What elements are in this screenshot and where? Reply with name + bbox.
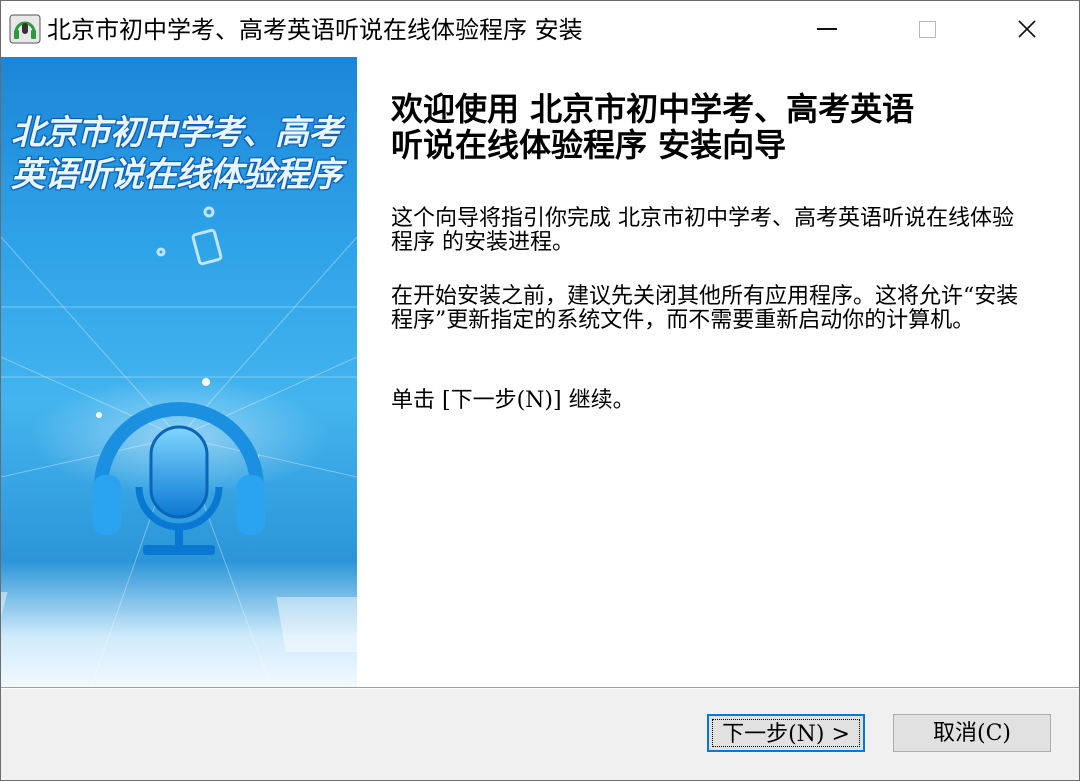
headphones-app-icon: [9, 14, 41, 44]
button-bar: 下一步(N) > 取消(C): [1, 689, 1079, 780]
focus-rectangle: [712, 719, 860, 747]
maximize-button[interactable]: [877, 1, 977, 57]
close-apps-text: 在开始安装之前，建议先关闭其他所有应用程序。这将允许“安装程序”更新指定的系统文…: [391, 284, 1019, 333]
banner-title: 北京市初中学考、高考 英语听说在线体验程序: [11, 112, 351, 196]
close-button[interactable]: [977, 1, 1077, 57]
welcome-banner: 北京市初中学考、高考 英语听说在线体验程序: [1, 57, 357, 687]
close-icon: [1018, 20, 1036, 38]
welcome-content: 欢迎使用 北京市初中学考、高考英语 听说在线体验程序 安装向导 这个向导将指引你…: [357, 57, 1079, 687]
banner-title-line1: 北京市初中学考、高考: [11, 113, 342, 153]
minimize-icon: [817, 28, 837, 30]
installer-window: 北京市初中学考、高考英语听说在线体验程序 安装 北京市初中学考、高考 英语听说在…: [0, 0, 1080, 781]
maximize-icon: [918, 20, 936, 38]
continue-instruction: 单击 [下一步(N)] 继续。: [391, 388, 635, 413]
banner-title-line2: 英语听说在线体验程序: [11, 155, 342, 195]
welcome-heading-line1: 欢迎使用 北京市初中学考、高考英语: [391, 90, 915, 128]
welcome-heading-line2: 听说在线体验程序 安装向导: [391, 126, 787, 164]
next-button[interactable]: 下一步(N) >: [707, 714, 865, 752]
intro-text: 这个向导将指引你完成 北京市初中学考、高考英语听说在线体验程序 的安装进程。: [391, 206, 1014, 255]
cancel-button[interactable]: 取消(C): [893, 714, 1051, 752]
title-bar[interactable]: 北京市初中学考、高考英语听说在线体验程序 安装: [1, 1, 1079, 57]
welcome-heading: 欢迎使用 北京市初中学考、高考英语 听说在线体验程序 安装向导: [391, 91, 1031, 163]
minimize-button[interactable]: [777, 1, 877, 57]
cancel-button-label: 取消(C): [933, 721, 1011, 746]
window-title: 北京市初中学考、高考英语听说在线体验程序 安装: [47, 16, 583, 44]
